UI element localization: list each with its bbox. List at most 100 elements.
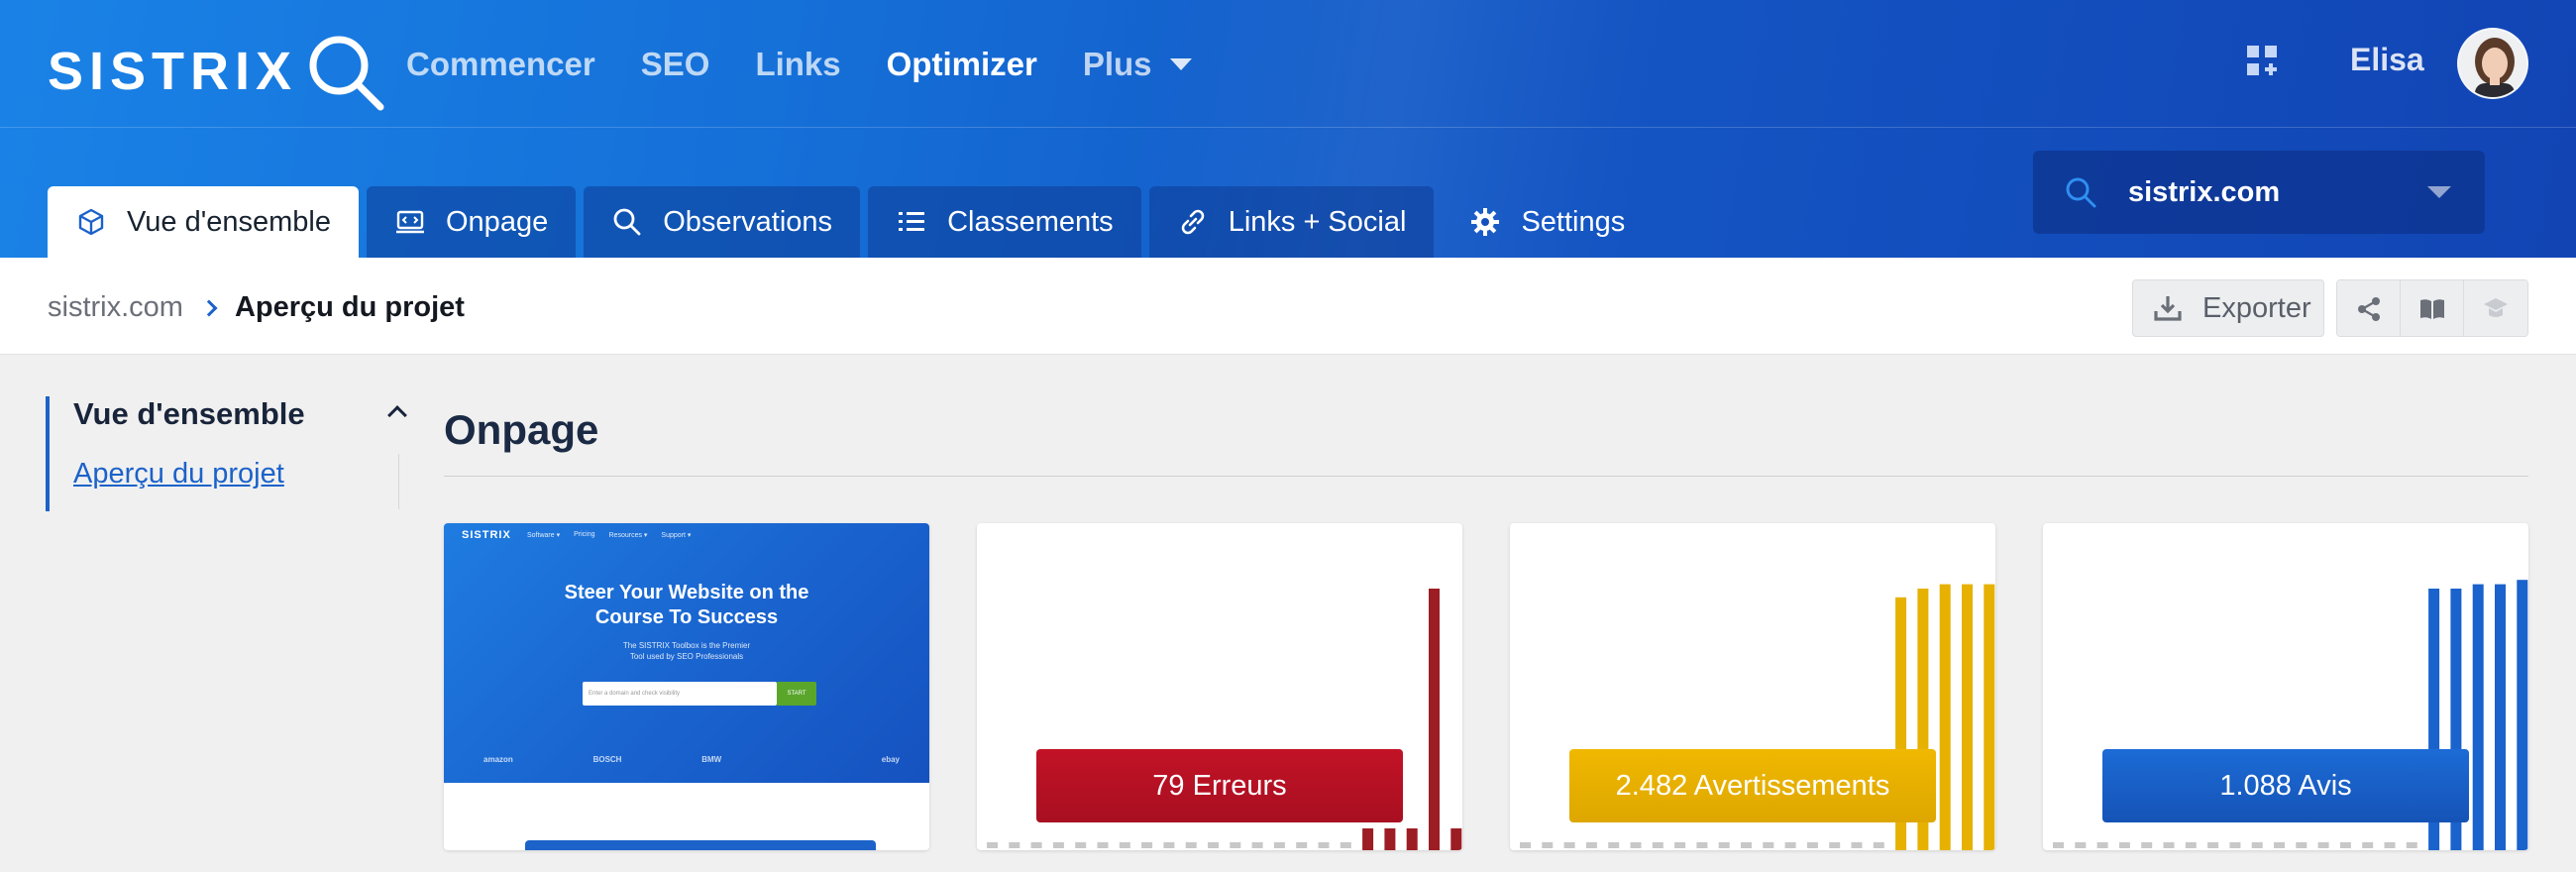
screenshot-subtext-line: Tool used by SEO Professionals [629, 652, 744, 661]
graduation-cap-icon [2484, 298, 2508, 317]
tab-links-social[interactable]: Links + Social [1148, 186, 1435, 258]
link-icon [1177, 206, 1209, 238]
tab-label: Links + Social [1228, 205, 1407, 238]
nav-plus[interactable]: Plus [1083, 46, 1192, 83]
chart-bar [1119, 842, 1130, 848]
chart-bar [1052, 842, 1064, 848]
domain-select[interactable]: sistrix.com [2033, 151, 2485, 234]
academy-button[interactable] [2464, 280, 2527, 336]
breadcrumb-root[interactable]: sistrix.com [48, 291, 183, 324]
chart-bar [1873, 842, 1884, 848]
chart-bar [2495, 584, 2506, 850]
chart-bar [2406, 842, 2417, 848]
sistrix-logo[interactable]: SISTRIX [48, 30, 388, 113]
chart-bar [2053, 842, 2064, 848]
caret-down-icon [1169, 58, 1192, 70]
site-screenshot: SISTRIX Software ▾ Pricing Resources ▾ S… [444, 523, 929, 783]
chart-bar [1763, 842, 1774, 848]
chart-bar [1273, 842, 1285, 848]
toolbar-button-group [2336, 279, 2528, 337]
chart-bar [2296, 842, 2308, 848]
chart-bar [1296, 842, 1308, 848]
docs-button[interactable] [2401, 280, 2464, 336]
tab-bar: Vue d'ensemble Onpage Observations Class… [48, 186, 1661, 258]
screenshot-headline-line: Course To Success [594, 606, 779, 628]
screenshot-nav-item: Software ▾ [527, 532, 561, 539]
sidebar-divider [398, 454, 399, 509]
sidebar-nav: Vue d'ensemble Aperçu du projet [46, 396, 412, 511]
tab-settings[interactable]: Settings [1442, 186, 1653, 258]
chart-bar [1630, 842, 1642, 848]
screenshot-headline-line: Steer Your Website on the [564, 582, 809, 603]
tab-onpage[interactable]: Onpage [367, 186, 577, 258]
chart-bar [2185, 842, 2197, 848]
search-icon [611, 206, 643, 238]
gear-icon [1469, 206, 1501, 238]
notices-card[interactable]: 1.088 Avis [2043, 523, 2528, 850]
chart-bar [1030, 842, 1042, 848]
magnifier-logo-icon [309, 36, 384, 111]
nav-links[interactable]: Links [755, 46, 840, 83]
nav-seo[interactable]: SEO [641, 46, 710, 83]
errors-card[interactable]: 79 Erreurs [977, 523, 1462, 850]
chart-bar [1429, 589, 1440, 850]
chart-bar [2118, 842, 2130, 848]
screenshot-start-button: START [777, 682, 816, 706]
nav-commencer[interactable]: Commencer [406, 46, 595, 83]
site-screenshot-card[interactable]: SISTRIX Software ▾ Pricing Resources ▾ S… [444, 523, 929, 850]
chart-bar [1009, 842, 1020, 848]
section-title: Onpage [444, 406, 599, 453]
export-label: Exporter [2202, 291, 2311, 324]
cube-icon [75, 206, 107, 238]
book-icon [2419, 299, 2444, 319]
export-button[interactable]: Exporter [2132, 279, 2324, 337]
monitor-code-icon [394, 206, 426, 238]
chart-bar [1608, 842, 1620, 848]
tab-label: Vue d'ensemble [127, 205, 331, 238]
screenshot-footer [444, 783, 929, 850]
chart-bar [1652, 842, 1664, 848]
chart-bar [1185, 842, 1197, 848]
breadcrumb: sistrix.com Aperçu du projet [48, 291, 465, 324]
sidebar-item-apercu[interactable]: Aperçu du projet [73, 458, 284, 490]
brand-logo: BMW [701, 755, 722, 764]
logo-text: SISTRIX [48, 42, 298, 101]
chart-bar [1718, 842, 1730, 848]
chart-bar [1520, 842, 1531, 848]
domain-select-value: sistrix.com [2128, 175, 2281, 208]
chart-bar [2229, 842, 2241, 848]
chevron-up-icon[interactable] [387, 405, 407, 425]
tab-observations[interactable]: Observations [584, 186, 861, 258]
share-button[interactable] [2337, 280, 2401, 336]
tab-vue-ensemble[interactable]: Vue d'ensemble [48, 186, 359, 258]
screenshot-subtext-line: The SISTRIX Toolbox is the Premier [622, 641, 751, 650]
chart-bar [1097, 842, 1109, 848]
tab-label: Settings [1521, 205, 1626, 238]
avatar[interactable] [2457, 28, 2528, 99]
chart-bar [2472, 584, 2484, 850]
tab-label: Observations [663, 205, 833, 238]
grid-plus-icon[interactable] [2245, 44, 2279, 77]
warnings-card[interactable]: 2.482 Avertissements [1510, 523, 1995, 850]
chart-bar [1450, 828, 1462, 850]
chart-bar [1585, 842, 1597, 848]
brand-logo: BOSCH [592, 755, 622, 764]
tab-classements[interactable]: Classements [868, 186, 1141, 258]
chart-bar [2362, 842, 2374, 848]
chart-bar [2251, 842, 2263, 848]
sidebar-heading[interactable]: Vue d'ensemble [73, 396, 305, 432]
chart-bar [1340, 842, 1351, 848]
nav-optimizer[interactable]: Optimizer [887, 46, 1037, 83]
share-icon [2357, 297, 2380, 321]
chart-bar [2163, 842, 2175, 848]
screenshot-nav-item: Support ▾ [661, 532, 692, 539]
errors-badge: 79 Erreurs [1036, 749, 1403, 822]
app-header: SISTRIX Commencer SEO Links Optimizer Pl… [0, 0, 2576, 258]
chart-bar [1318, 842, 1330, 848]
screenshot-nav-item: Resources ▾ [608, 532, 648, 539]
nav-label: Commencer [406, 46, 595, 82]
screenshot-input: Enter a domain and check visibility [583, 682, 777, 706]
screenshot-brand-logos: amazon BOSCH BMW ebay [483, 755, 900, 764]
chart-bar [2384, 842, 2396, 848]
user-name[interactable]: Elisa [2350, 42, 2424, 78]
